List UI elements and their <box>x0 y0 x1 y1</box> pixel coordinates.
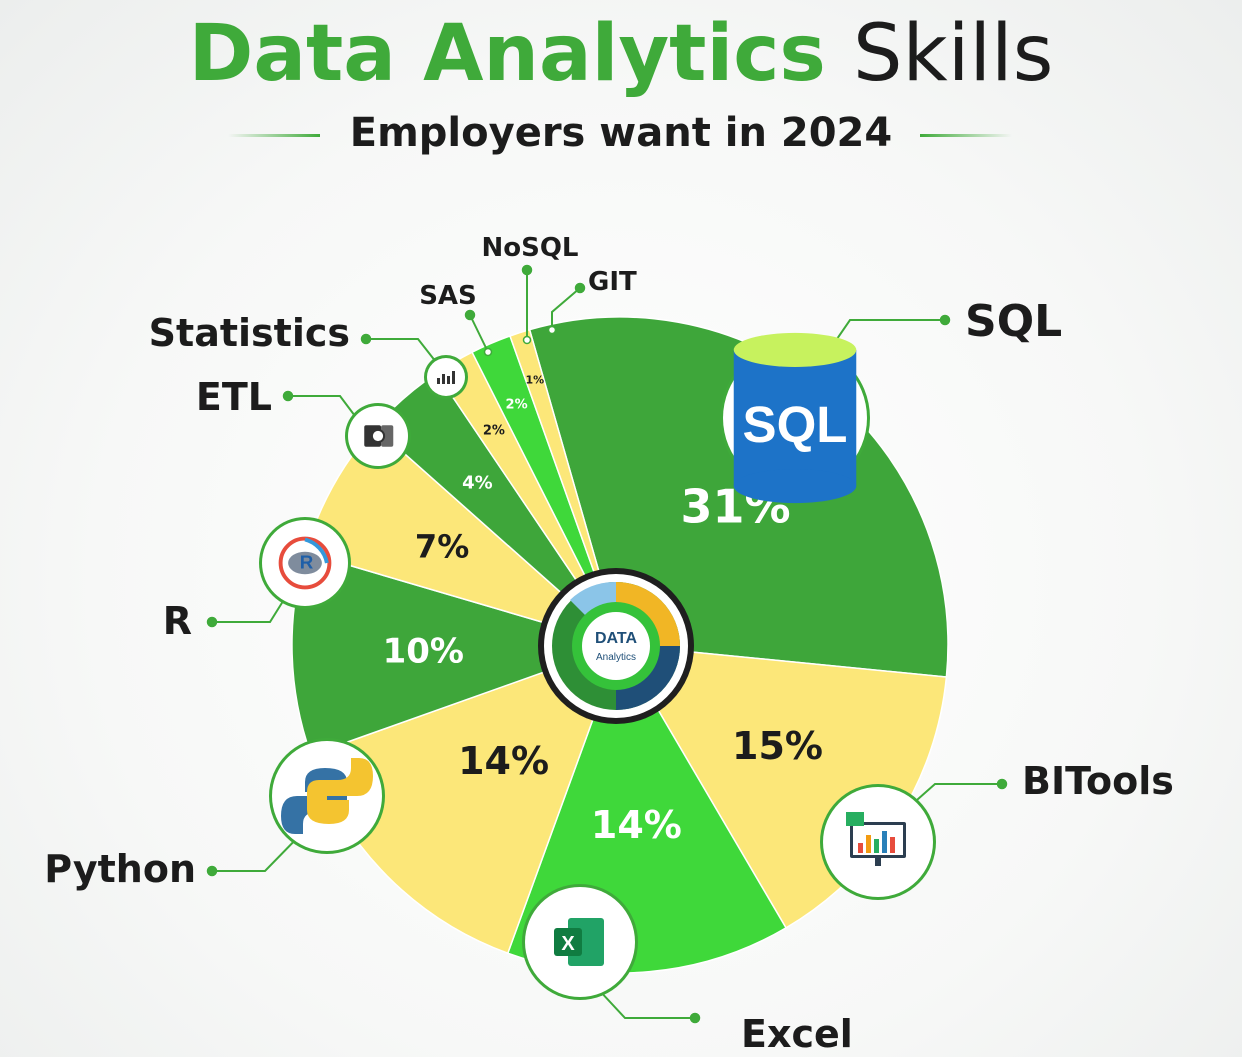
percent-label-git: 1% <box>525 373 544 386</box>
connector-dot-git <box>574 282 586 294</box>
category-label-bitools: BITools <box>1022 759 1174 803</box>
connector-dot-etl <box>282 390 294 402</box>
percent-label-r: 10% <box>383 631 464 671</box>
sql-database-icon: SQL <box>720 332 870 504</box>
connector-statistics <box>366 338 437 363</box>
r-language-icon: R <box>259 517 351 609</box>
svg-text:SQL: SQL <box>743 396 848 453</box>
center-badge-subtitle: Analytics <box>596 652 636 663</box>
svg-text:R: R <box>300 551 314 572</box>
connector-dot-statistics <box>360 333 372 345</box>
category-label-git: GIT <box>588 267 637 297</box>
connector-dot-python <box>206 865 218 877</box>
percent-label-statistics: 4% <box>462 472 493 493</box>
connector-dot-r <box>206 616 218 628</box>
connector-dot-nosql <box>521 264 533 276</box>
svg-text:X: X <box>561 933 575 955</box>
connector-sas <box>469 314 489 353</box>
connector-dot-sas <box>464 309 476 321</box>
percent-label-python: 14% <box>458 739 549 783</box>
connector-dot-nosql <box>522 335 532 345</box>
connector-dot-excel <box>689 1012 701 1024</box>
category-label-statistics: Statistics <box>149 311 350 355</box>
excel-icon: X <box>522 884 638 1000</box>
category-label-r: R <box>163 599 192 643</box>
category-label-nosql: NoSQL <box>481 233 578 263</box>
percent-label-nosql: 2% <box>506 397 528 412</box>
category-label-python: Python <box>44 847 196 891</box>
center-badge: DATA Analytics <box>538 568 694 724</box>
category-label-sas: SAS <box>419 281 477 311</box>
python-icon <box>269 738 385 854</box>
category-label-etl: ETL <box>196 375 272 419</box>
etl-icon <box>345 403 411 469</box>
statistics-icon <box>424 355 468 399</box>
pie-chart: 31%15%14%14%10%7%4%2%2%1% SQLXR SQLBIToo… <box>44 233 1174 1056</box>
bi-dashboard-icon <box>820 784 936 900</box>
connector-dot-sas <box>483 347 493 357</box>
category-label-sql: SQL <box>965 296 1062 347</box>
center-badge-title: DATA <box>595 630 638 647</box>
connector-dot-git <box>547 325 557 335</box>
connector-etl <box>288 395 359 421</box>
percent-label-etl: 7% <box>415 528 469 566</box>
connector-dot-bitools <box>996 778 1008 790</box>
category-label-excel: Excel <box>741 1012 853 1056</box>
percent-label-excel: 14% <box>591 803 682 847</box>
connector-dot-sql <box>939 314 951 326</box>
percent-label-bitools: 15% <box>732 724 823 768</box>
percent-label-sas: 2% <box>483 424 505 439</box>
